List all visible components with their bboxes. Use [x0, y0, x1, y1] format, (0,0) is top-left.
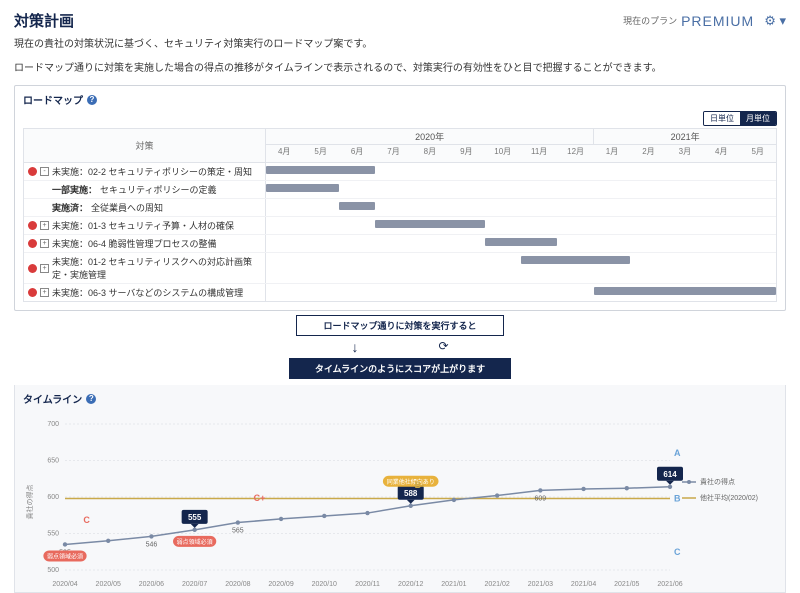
svg-text:C: C	[674, 547, 681, 557]
svg-text:550: 550	[47, 531, 59, 538]
svg-text:2021/04: 2021/04	[571, 581, 596, 588]
svg-text:2020/12: 2020/12	[398, 581, 423, 588]
description-line1: 現在の貴社の対策状況に基づく、セキュリティ対策実行のロードマップ案です。	[14, 37, 786, 53]
svg-text:2020/05: 2020/05	[96, 581, 121, 588]
roadmap-title: ロードマップ	[23, 92, 83, 107]
svg-text:2020/04: 2020/04	[52, 581, 77, 588]
svg-text:588: 588	[404, 489, 418, 498]
priority-dot-icon	[28, 264, 37, 273]
roadmap-panel: ロードマップ ? 日単位 月単位 対策 2020年2021年 4月5月6月7月8…	[14, 85, 786, 311]
priority-dot-icon	[28, 288, 37, 297]
svg-text:2021/06: 2021/06	[657, 581, 682, 588]
svg-text:2021/02: 2021/02	[484, 581, 509, 588]
gantt-bar[interactable]	[266, 184, 339, 192]
gantt-bar[interactable]	[266, 166, 375, 174]
svg-text:2020/07: 2020/07	[182, 581, 207, 588]
gantt-row: +未実施：01-3 セキュリティ予算・人材の確保	[24, 217, 776, 235]
timeline-title: タイムライン	[23, 391, 82, 406]
gantt-row: -未実施：02-2 セキュリティポリシーの策定・周知	[24, 163, 776, 181]
svg-text:2021/03: 2021/03	[528, 581, 553, 588]
expand-icon[interactable]: +	[40, 239, 49, 248]
expand-icon[interactable]: +	[40, 288, 49, 297]
svg-text:2020/09: 2020/09	[268, 581, 293, 588]
svg-text:650: 650	[47, 458, 59, 465]
expand-icon[interactable]: -	[40, 167, 49, 176]
svg-text:614: 614	[663, 470, 677, 479]
svg-text:609: 609	[535, 495, 547, 502]
gantt-row: 実施済：全従業員への周知	[24, 199, 776, 217]
gantt-row: +未実施：01-2 セキュリティリスクへの対応計画策定・実施管理	[24, 253, 776, 284]
task-column-header: 対策	[24, 129, 266, 162]
gear-icon[interactable]: ⚙ ▾	[764, 13, 786, 29]
svg-text:貴社の得点: 貴社の得点	[700, 477, 735, 486]
svg-text:600: 600	[47, 494, 59, 501]
svg-text:A: A	[674, 448, 681, 458]
gantt-bar[interactable]	[521, 256, 630, 264]
svg-text:弱点領域必須: 弱点領域必須	[177, 538, 213, 546]
expand-icon[interactable]: +	[40, 221, 49, 230]
svg-text:貴社の得点: 貴社の得点	[25, 485, 34, 520]
task-label: 未実施：06-4 脆弱性管理プロセスの整備	[52, 237, 217, 250]
priority-dot-icon	[28, 167, 37, 176]
gantt-chart: 対策 2020年2021年 4月5月6月7月8月9月10月11月12月1月2月3…	[23, 128, 777, 302]
unit-toggle[interactable]: 日単位 月単位	[703, 111, 777, 126]
gantt-bar[interactable]	[339, 202, 375, 210]
help-icon[interactable]: ?	[86, 394, 96, 404]
gantt-bar[interactable]	[594, 287, 776, 295]
svg-text:他社平均(2020/02): 他社平均(2020/02)	[700, 493, 758, 502]
arrow-down-icon: ↓	[351, 339, 358, 355]
svg-text:2021/05: 2021/05	[614, 581, 639, 588]
svg-text:B-: B-	[415, 480, 425, 490]
gantt-bar[interactable]	[485, 238, 558, 246]
gantt-row: 一部実施：セキュリティポリシーの定義	[24, 181, 776, 199]
gantt-row: +未実施：06-4 脆弱性管理プロセスの整備	[24, 235, 776, 253]
expand-icon[interactable]: +	[40, 264, 49, 273]
svg-text:2020/08: 2020/08	[225, 581, 250, 588]
priority-dot-icon	[28, 221, 37, 230]
timeline-chart: 500 550 600 650 700 貴社の得点 2020/04 2020/05 2020/0…	[15, 412, 785, 592]
gantt-bar[interactable]	[375, 220, 484, 228]
svg-text:C+: C+	[254, 493, 266, 503]
plan-label: 現在のプラン	[623, 14, 677, 27]
refresh-icon: ⟳	[438, 339, 448, 355]
gantt-row: +未実施：06-3 サーバなどのシステムの構成管理	[24, 284, 776, 301]
task-label: セキュリティポリシーの定義	[100, 183, 216, 196]
svg-text:565: 565	[232, 528, 244, 535]
svg-text:2020/06: 2020/06	[139, 581, 164, 588]
svg-text:700: 700	[47, 421, 59, 428]
svg-text:546: 546	[146, 541, 158, 548]
callout-top: ロードマップ通りに対策を実行すると	[296, 315, 503, 336]
svg-text:2020/11: 2020/11	[355, 581, 380, 588]
svg-text:B: B	[674, 493, 681, 503]
description-line2: ロードマップ通りに対策を実施した場合の得点の推移がタイムラインで表示されるので、…	[14, 61, 786, 77]
svg-text:2021/01: 2021/01	[441, 581, 466, 588]
svg-text:弱点領域必須: 弱点領域必須	[47, 552, 83, 560]
svg-text:C: C	[83, 515, 90, 525]
task-label: 未実施：02-2 セキュリティポリシーの策定・周知	[52, 165, 252, 178]
svg-text:2020/10: 2020/10	[312, 581, 337, 588]
svg-text:同業他社傾向あり: 同業他社傾向あり	[387, 478, 435, 486]
timeline-panel: タイムライン ? 500 550 600 650 700 貴社の得点 2020/04 2020…	[14, 385, 786, 593]
task-label: 未実施：06-3 サーバなどのシステムの構成管理	[52, 286, 243, 299]
svg-text:500: 500	[47, 567, 59, 574]
help-icon[interactable]: ?	[87, 95, 97, 105]
plan-name: PREMIUM	[681, 13, 754, 29]
task-label: 全従業員への周知	[91, 201, 163, 214]
toggle-month[interactable]: 月単位	[740, 112, 776, 125]
svg-text:555: 555	[188, 513, 202, 522]
task-label: 未実施：01-2 セキュリティリスクへの対応計画策定・実施管理	[52, 255, 261, 281]
toggle-day[interactable]: 日単位	[704, 112, 740, 125]
priority-dot-icon	[28, 239, 37, 248]
task-label: 未実施：01-3 セキュリティ予算・人材の確保	[52, 219, 234, 232]
page-title: 対策計画	[14, 10, 623, 31]
callout-bottom: タイムラインのようにスコアが上がります	[289, 358, 511, 379]
